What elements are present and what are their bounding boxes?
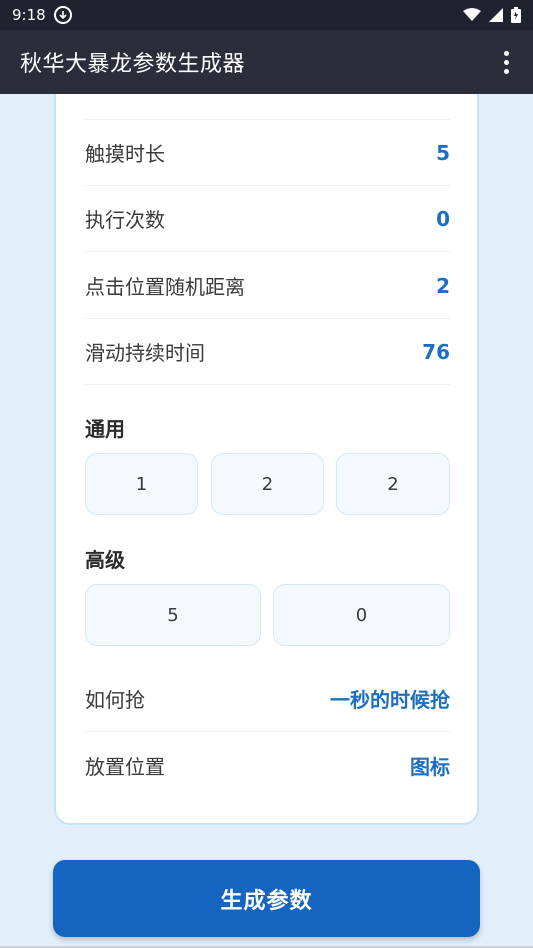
status-left: 9:18 <box>12 6 72 24</box>
row-value: 一秒的时候抢 <box>330 688 450 712</box>
row-value: 图标 <box>410 754 450 779</box>
status-right <box>463 7 521 23</box>
general-input-2[interactable]: 2 <box>211 453 324 515</box>
row-value: 2 <box>436 273 450 298</box>
section-title-advanced: 高级 <box>85 548 125 572</box>
generate-params-button[interactable]: 生成参数 <box>53 860 480 937</box>
status-bar: 9:18 <box>0 0 533 30</box>
row-value: 76 <box>422 339 450 364</box>
row-partial <box>85 94 450 120</box>
row-click-random-distance[interactable]: 点击位置随机距离 2 <box>85 253 450 319</box>
wifi-icon <box>463 8 481 21</box>
row-label: 点击位置随机距离 <box>85 275 245 299</box>
row-value: 0 <box>436 206 450 231</box>
row-swipe-duration[interactable]: 滑动持续时间 76 <box>85 319 450 385</box>
row-label: 滑动持续时间 <box>85 341 205 365</box>
content-scroll[interactable]: 触摸时长 5 执行次数 0 点击位置随机距离 2 滑动持续时间 76 通用 1 … <box>0 94 533 948</box>
battery-icon <box>511 7 521 23</box>
advanced-input-1[interactable]: 5 <box>85 584 261 646</box>
app-title: 秋华大暴龙参数生成器 <box>20 52 246 77</box>
row-how-to-grab[interactable]: 如何抢 一秒的时候抢 <box>85 666 450 732</box>
row-touch-duration[interactable]: 触摸时长 5 <box>85 120 450 186</box>
advanced-input-2[interactable]: 0 <box>273 584 450 646</box>
row-label: 如何抢 <box>85 688 145 712</box>
download-icon <box>53 6 72 24</box>
signal-icon <box>489 8 503 22</box>
row-value: 5 <box>436 140 450 165</box>
row-label: 触摸时长 <box>85 142 165 166</box>
section-title-general: 通用 <box>85 417 125 441</box>
more-options-icon[interactable] <box>498 45 515 80</box>
row-placement[interactable]: 放置位置 图标 <box>85 732 450 798</box>
app-bar: 秋华大暴龙参数生成器 <box>0 30 533 94</box>
row-label: 放置位置 <box>85 754 165 779</box>
general-input-3[interactable]: 2 <box>336 453 450 515</box>
row-exec-count[interactable]: 执行次数 0 <box>85 186 450 252</box>
settings-card: 触摸时长 5 执行次数 0 点击位置随机距离 2 滑动持续时间 76 通用 1 … <box>54 94 479 825</box>
status-time: 9:18 <box>12 6 46 24</box>
general-input-1[interactable]: 1 <box>85 453 198 515</box>
row-label: 执行次数 <box>85 208 165 232</box>
